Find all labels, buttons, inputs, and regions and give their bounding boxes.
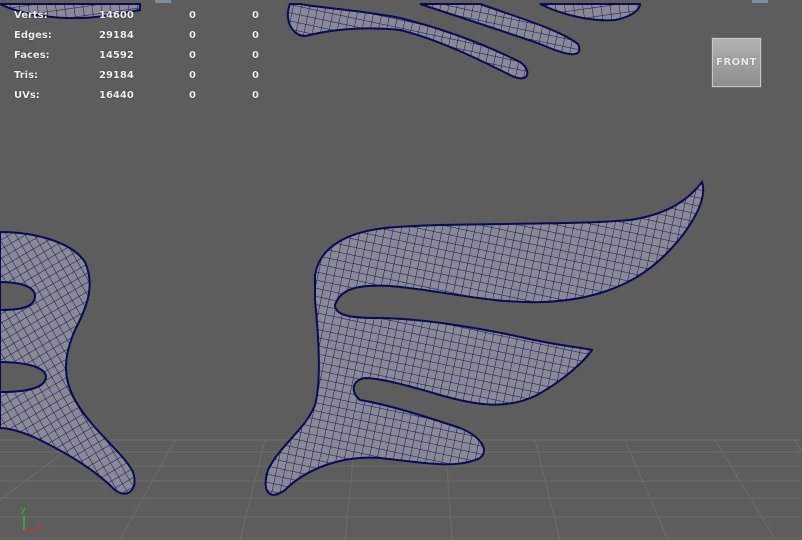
axis-y-label: y — [21, 505, 26, 514]
hud-value: 0 — [252, 10, 259, 21]
hud-value: 0 — [189, 10, 196, 21]
hud-row-tris: Tris: 29184 0 0 — [14, 66, 274, 86]
hud-row-verts: Verts: 14600 0 0 — [14, 6, 274, 26]
viewcube-label: FRONT — [716, 57, 757, 68]
hud-value: 29184 — [99, 30, 134, 41]
mesh-left — [0, 230, 136, 495]
hud-value: 0 — [252, 30, 259, 41]
hud-label: Edges: — [14, 30, 52, 41]
hud-value: 14600 — [99, 10, 134, 21]
axis-x-label: x — [37, 522, 42, 531]
hud-value: 0 — [252, 70, 259, 81]
hud-value: 14592 — [99, 50, 134, 61]
hud-value: 0 — [189, 70, 196, 81]
hud-value: 0 — [189, 30, 196, 41]
hud-value: 29184 — [99, 70, 134, 81]
hud-row-faces: Faces: 14592 0 0 — [14, 46, 274, 66]
mesh-main — [264, 179, 705, 496]
hud-value: 0 — [252, 50, 259, 61]
hud-label: Tris: — [14, 70, 39, 81]
hud-label: Verts: — [14, 10, 48, 21]
axis-gizmo: y x — [14, 505, 46, 536]
hud-row-edges: Edges: 29184 0 0 — [14, 26, 274, 46]
hud-value: 0 — [189, 50, 196, 61]
hud-label: Faces: — [14, 50, 50, 61]
hud-label: UVs: — [14, 90, 40, 101]
hud-row-uvs: UVs: 16440 0 0 — [14, 86, 274, 106]
poly-count-hud: Verts: 14600 0 0 Edges: 29184 0 0 Faces:… — [14, 6, 274, 106]
top-panel-strip — [0, 0, 802, 4]
viewport-front[interactable]: Verts: 14600 0 0 Edges: 29184 0 0 Faces:… — [0, 0, 802, 540]
hud-value: 0 — [252, 90, 259, 101]
hud-value: 0 — [189, 90, 196, 101]
panel-marker — [752, 0, 768, 3]
viewcube-front[interactable]: FRONT — [711, 37, 762, 88]
hud-value: 16440 — [99, 90, 134, 101]
panel-marker — [155, 0, 171, 3]
